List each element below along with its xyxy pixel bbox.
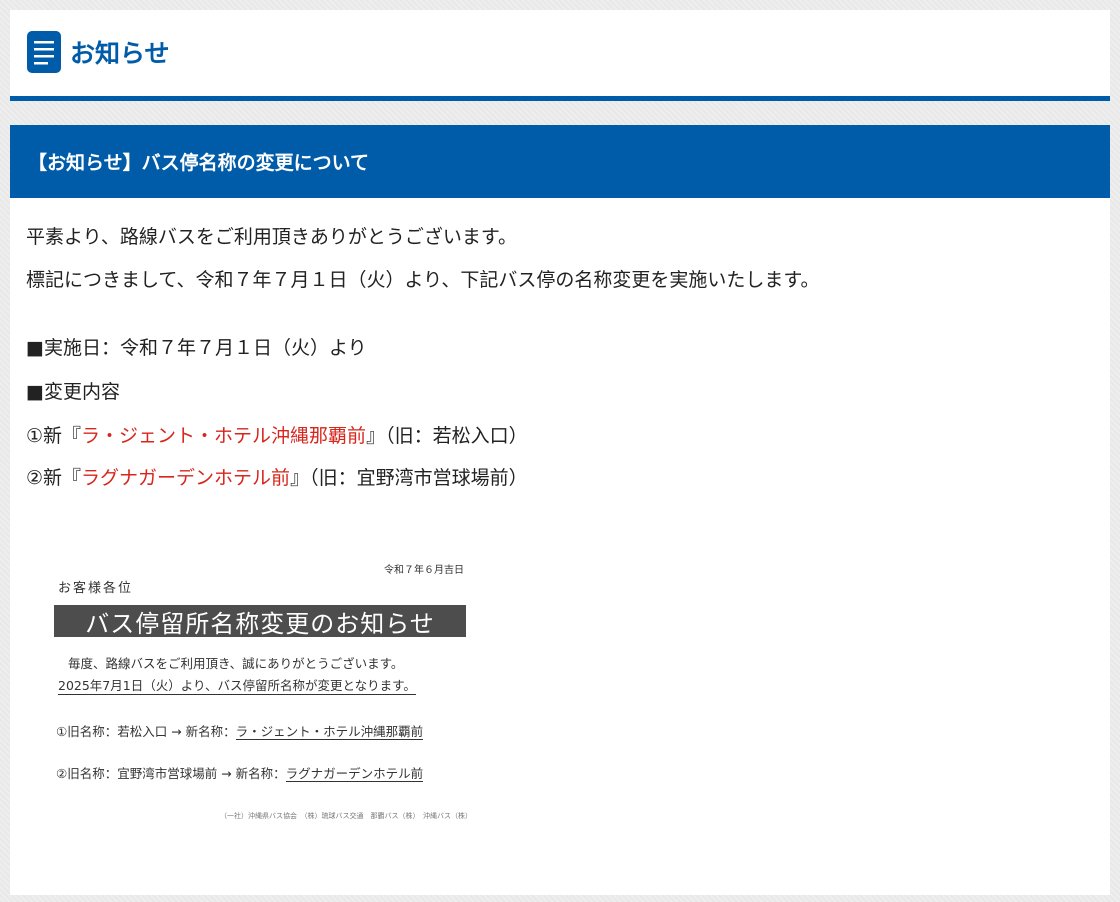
notice-item: ②旧名称：宜野湾市営球場前 → 新名称：ラグナガーデンホテル前 — [56, 763, 424, 782]
notice-old-name: ②旧名称：宜野湾市営球場前 → 新名称： — [56, 766, 286, 781]
notice-banner: バス停留所名称変更のお知らせ — [54, 605, 466, 638]
notice-new-name: ラグナガーデンホテル前 — [285, 766, 424, 782]
new-stop-name: ラグナガーデンホテル前 — [81, 467, 291, 489]
notice-addressee: お客様各位 — [58, 581, 134, 596]
notice-item: ①旧名称：若松入口 → 新名称：ラ・ジェント・ホテル沖縄那覇前 — [56, 721, 424, 740]
notice-new-name: ラ・ジェント・ホテル沖縄那覇前 — [235, 724, 424, 740]
new-stop-name: ラ・ジェント・ホテル沖縄那覇前 — [81, 425, 367, 447]
date-line: ■実施日：令和７年７月１日（火）より — [26, 337, 367, 359]
notice-footer: （一社）沖縄県バス協会 （株）琉球バス交通 那覇バス（株） 沖縄バス（株） — [220, 812, 472, 820]
notice-line: 毎度、路線バスをご利用頂き、誠にありがとうございます。 — [68, 656, 404, 671]
article-panel: 【お知らせ】バス停名称の変更について 平素より、路線バスをご利用頂きありがとうご… — [10, 125, 1110, 895]
document-icon — [27, 31, 61, 73]
change-prefix: ②新『 — [26, 467, 82, 489]
change-item: ①新『ラ・ジェント・ホテル沖縄那覇前』（旧：若松入口） — [26, 421, 528, 448]
greeting-text: 平素より、路線バスをご利用頂きありがとうございます。 — [26, 226, 517, 248]
change-prefix: ①新『 — [26, 425, 82, 447]
article-title: 【お知らせ】バス停名称の変更について — [10, 125, 1110, 198]
changes-heading: ■変更内容 — [26, 381, 120, 403]
change-suffix: 』（旧：若松入口） — [366, 425, 528, 447]
change-suffix: 』（旧：宜野湾市営球場前） — [290, 467, 528, 489]
page-header: お知らせ — [10, 10, 1110, 101]
change-item: ②新『ラグナガーデンホテル前』（旧：宜野湾市営球場前） — [26, 463, 528, 490]
notice-image: 令和７年６月吉日 お客様各位 バス停留所名称変更のお知らせ 毎度、路線バスをご利… — [32, 545, 502, 850]
notice-date: 令和７年６月吉日 — [384, 565, 464, 576]
page-title: お知らせ — [70, 39, 170, 68]
notice-old-name: ①旧名称：若松入口 → 新名称： — [56, 724, 236, 739]
notice-line: 2025年7月1日（火）より、バス停留所名称が変更となります。 — [58, 675, 416, 695]
intro-text: 標記につきまして、令和７年７月１日（火）より、下記バス停の名称変更を実施いたしま… — [26, 269, 820, 291]
